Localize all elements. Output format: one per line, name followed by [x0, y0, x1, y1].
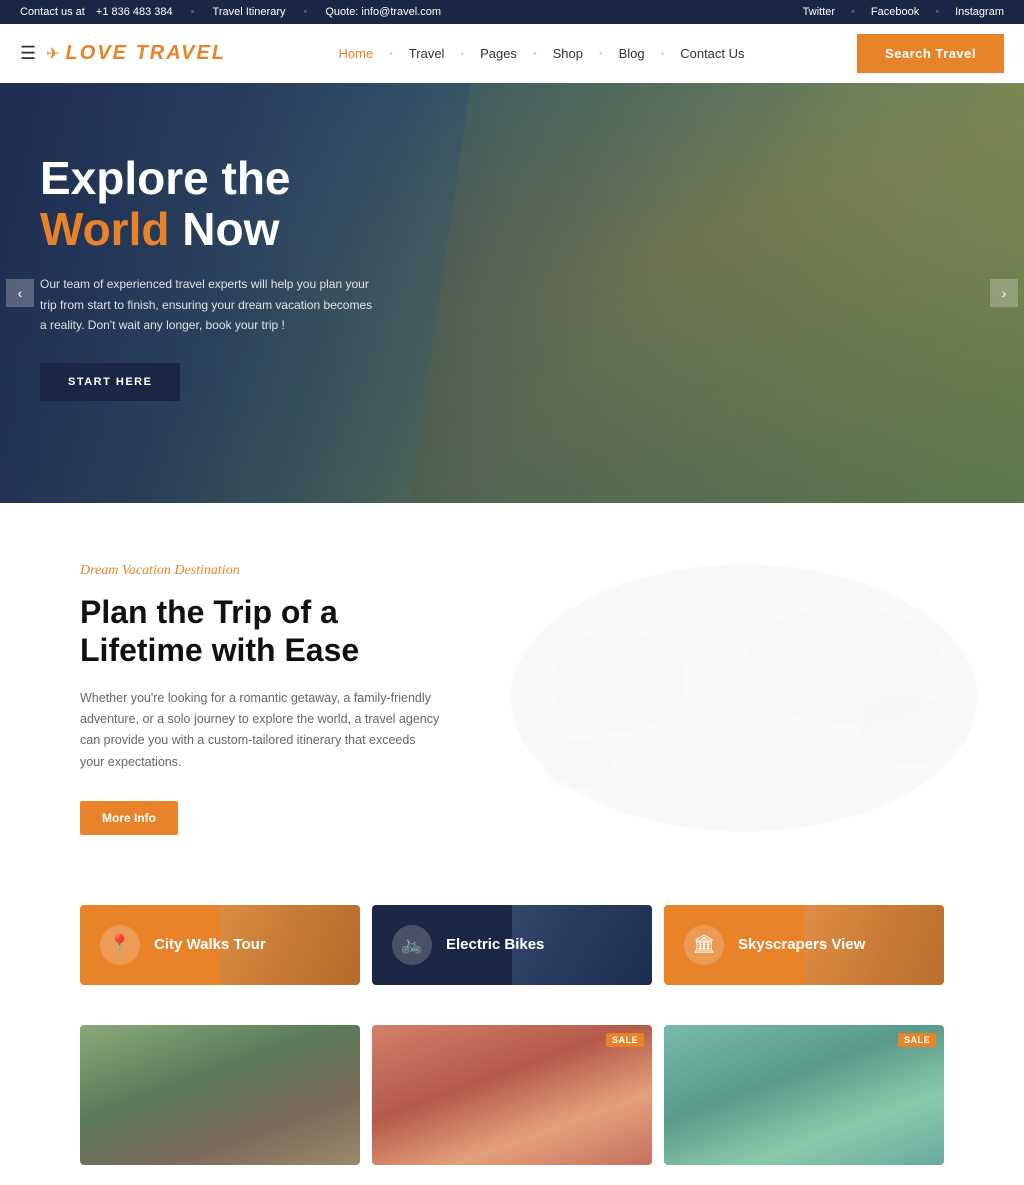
start-here-button[interactable]: START HERE: [40, 363, 180, 401]
instagram-link[interactable]: Instagram: [955, 6, 1004, 18]
sale-badge-2: SALE: [606, 1033, 644, 1047]
hero-section: Explore the World Now Our team of experi…: [0, 83, 1024, 503]
nav-home[interactable]: Home: [328, 40, 383, 67]
gallery-item-3[interactable]: SALE: [664, 1025, 944, 1165]
hero-title: Explore the World Now: [40, 153, 460, 254]
logo[interactable]: ✈ Love Travel: [46, 42, 226, 65]
electric-bikes-label: Electric Bikes: [446, 936, 544, 953]
tour-card-city-walks[interactable]: 📍 City Walks Tour: [80, 905, 360, 985]
twitter-link[interactable]: Twitter: [803, 6, 835, 18]
skyscrapers-icon: 🏛: [684, 925, 724, 965]
social-links: Twitter • Facebook • Instagram: [803, 6, 1004, 18]
gallery-image-1: [80, 1025, 360, 1165]
gallery-section: SALE SALE: [0, 1025, 1024, 1185]
logo-icon: ✈: [46, 44, 59, 64]
search-travel-button[interactable]: Search Travel: [857, 34, 1004, 73]
main-nav: Home ● Travel ● Pages ● Shop ● Blog ● Co…: [328, 40, 754, 67]
top-bar: Contact us at +1 836 483 384 • Travel It…: [0, 0, 1024, 24]
header-left: ☰ ✈ Love Travel: [20, 42, 226, 65]
electric-bikes-icon: 🚲: [392, 925, 432, 965]
dream-subtitle: Dream Vacation Destination: [80, 563, 944, 579]
nav-travel[interactable]: Travel: [399, 40, 455, 67]
gallery-item-1[interactable]: [80, 1025, 360, 1165]
sale-badge-3: SALE: [898, 1033, 936, 1047]
dream-section: Dream Vacation Destination Plan the Trip…: [0, 503, 1024, 875]
dream-description: Whether you're looking for a romantic ge…: [80, 688, 440, 773]
top-bar-left: Contact us at +1 836 483 384 • Travel It…: [20, 6, 441, 18]
site-header: ☰ ✈ Love Travel Home ● Travel ● Pages ● …: [0, 24, 1024, 83]
tour-card-skyscrapers[interactable]: 🏛 Skyscrapers View: [664, 905, 944, 985]
city-walks-icon: 📍: [100, 925, 140, 965]
tour-cards-section: 📍 City Walks Tour 🚲 Electric Bikes 🏛 Sky…: [0, 875, 1024, 1025]
contact-info: Contact us at +1 836 483 384: [20, 6, 173, 18]
hero-content: Explore the World Now Our team of experi…: [0, 83, 500, 441]
nav-contact[interactable]: Contact Us: [670, 40, 754, 67]
dream-title: Plan the Trip of a Lifetime with Ease: [80, 593, 460, 670]
quote-info: Quote: info@travel.com: [325, 6, 441, 18]
slider-next-button[interactable]: ›: [990, 279, 1018, 307]
nav-blog[interactable]: Blog: [609, 40, 655, 67]
city-walks-label: City Walks Tour: [154, 936, 266, 953]
more-info-button[interactable]: More Info: [80, 801, 178, 835]
nav-shop[interactable]: Shop: [543, 40, 593, 67]
gallery-item-2[interactable]: SALE: [372, 1025, 652, 1165]
nav-pages[interactable]: Pages: [470, 40, 527, 67]
facebook-link[interactable]: Facebook: [871, 6, 919, 18]
itinerary-link[interactable]: Travel Itinerary: [213, 6, 286, 18]
hamburger-menu[interactable]: ☰: [20, 43, 36, 64]
logo-text: Love Travel: [66, 42, 227, 65]
hero-description: Our team of experienced travel experts w…: [40, 274, 380, 335]
skyscrapers-label: Skyscrapers View: [738, 936, 865, 953]
slider-prev-button[interactable]: ‹: [6, 279, 34, 307]
tour-card-electric-bikes[interactable]: 🚲 Electric Bikes: [372, 905, 652, 985]
